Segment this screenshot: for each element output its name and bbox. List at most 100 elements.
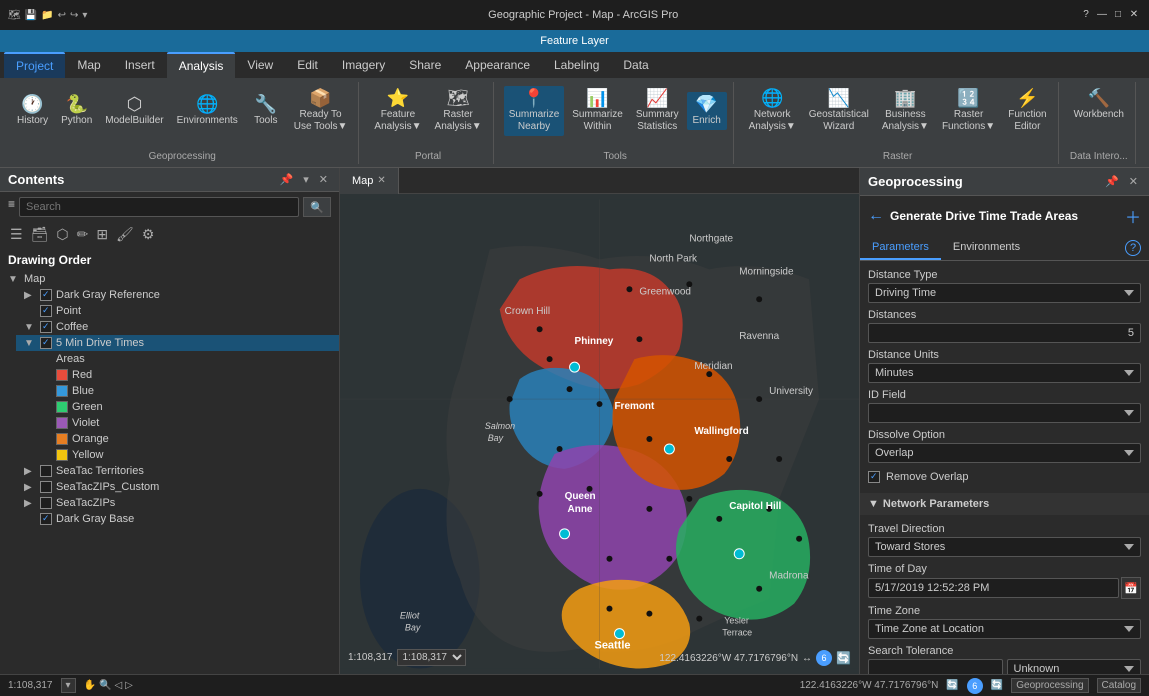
layer-blue[interactable]: Blue <box>48 383 339 399</box>
summarize-within-btn[interactable]: 📊 SummarizeWithin <box>567 86 628 136</box>
time-zone-select[interactable]: Time Zone at Location UTC <box>868 619 1141 639</box>
contents-search-btn[interactable]: 🔍 <box>303 197 331 217</box>
id-field-select[interactable] <box>868 403 1141 423</box>
layer-map[interactable]: ▼ Map <box>0 271 339 287</box>
scale-select[interactable]: 1:108,317 <box>397 649 466 666</box>
search-tolerance-units-select[interactable]: Unknown Meters Feet <box>1007 659 1142 674</box>
layer-darkgray-ref[interactable]: ▶ Dark Gray Reference <box>16 287 339 303</box>
tab-project[interactable]: Project <box>4 52 65 78</box>
tab-share[interactable]: Share <box>397 52 453 78</box>
enrich-btn[interactable]: 💎 Enrich <box>687 92 727 130</box>
sync-status-icon[interactable]: 🔄 <box>991 680 1003 691</box>
layer-green[interactable]: Green <box>48 399 339 415</box>
geo-back-btn[interactable]: ← <box>868 207 884 225</box>
check-darkgray-ref[interactable] <box>40 289 52 301</box>
redo-icon[interactable]: ↪ <box>70 10 78 21</box>
environments-btn[interactable]: 🌐 Environments <box>172 92 243 130</box>
tab-appearance[interactable]: Appearance <box>453 52 542 78</box>
tab-insert[interactable]: Insert <box>113 52 167 78</box>
layer-seatac-zips[interactable]: ▶ SeaTacZIPs <box>16 495 339 511</box>
check-coffee[interactable] <box>40 321 52 333</box>
check-seatac-custom[interactable] <box>40 481 52 493</box>
contents-close-btn[interactable]: ✕ <box>316 172 331 187</box>
tab-edit[interactable]: Edit <box>285 52 330 78</box>
travel-direction-select[interactable]: Toward Stores Away from Stores <box>868 537 1141 557</box>
geo-add-btn[interactable]: ＋ <box>1125 204 1141 228</box>
map-tab-close[interactable]: ✕ <box>377 175 385 186</box>
check-dgbase[interactable] <box>40 513 52 525</box>
contents-pin-btn[interactable]: 📌 <box>277 172 297 187</box>
layer-coffee[interactable]: ▼ Coffee <box>16 319 339 335</box>
function-editor-btn[interactable]: ⚡ FunctionEditor <box>1003 86 1051 136</box>
tab-map[interactable]: Map <box>65 52 112 78</box>
layer-5min-drive[interactable]: ▼ 5 Min Drive Times <box>16 335 339 351</box>
layer-yellow[interactable]: Yellow <box>48 447 339 463</box>
tab-data[interactable]: Data <box>611 52 660 78</box>
geo-tab-parameters[interactable]: Parameters <box>860 236 941 260</box>
business-analysis-btn[interactable]: 🏢 BusinessAnalysis▼ <box>877 86 934 136</box>
expand-map[interactable]: ▼ <box>8 274 20 285</box>
network-params-section[interactable]: ▼ Network Parameters <box>860 493 1149 515</box>
search-tolerance-value-input[interactable] <box>868 659 1003 674</box>
layer-icon-list[interactable]: ☰ <box>8 224 25 245</box>
history-btn[interactable]: 🕐 History <box>12 92 53 130</box>
geoprocessing-status-tab[interactable]: Geoprocessing <box>1011 678 1088 693</box>
geo-panel-pin-btn[interactable]: 📌 <box>1102 174 1122 189</box>
dissolve-option-select[interactable]: Overlap Dissolve <box>868 443 1141 463</box>
expand-5min[interactable]: ▼ <box>24 338 36 349</box>
layer-icon-db[interactable]: 🗃 <box>29 224 51 245</box>
python-btn[interactable]: 🐍 Python <box>56 92 97 130</box>
next-extent-icon[interactable]: ▷ <box>125 680 133 691</box>
layer-orange[interactable]: Orange <box>48 431 339 447</box>
layer-red[interactable]: Red <box>48 367 339 383</box>
network-analysis-btn[interactable]: 🌐 NetworkAnalysis▼ <box>744 86 801 136</box>
remove-overlap-check[interactable] <box>868 471 880 483</box>
map-rotate-icon[interactable]: ↔ <box>802 653 812 664</box>
sync-icon[interactable]: 🔄 <box>836 651 851 665</box>
check-point[interactable] <box>40 305 52 317</box>
time-calendar-btn[interactable]: 📅 <box>1121 577 1141 599</box>
layer-violet[interactable]: Violet <box>48 415 339 431</box>
check-5min[interactable] <box>40 337 52 349</box>
time-of-day-input[interactable] <box>868 578 1119 598</box>
maximize-btn[interactable]: □ <box>1111 8 1125 22</box>
rotation-icon[interactable]: 🔄 <box>946 680 958 691</box>
summary-stats-btn[interactable]: 📈 SummaryStatistics <box>631 86 684 136</box>
pan-icon[interactable]: ✋ <box>84 680 96 691</box>
tab-analysis[interactable]: Analysis <box>167 52 236 78</box>
layer-seatac-terr[interactable]: ▶ SeaTac Territories <box>16 463 339 479</box>
contents-search-input[interactable] <box>19 197 299 217</box>
layer-icon-poly[interactable]: ⬡ <box>54 224 70 245</box>
tab-imagery[interactable]: Imagery <box>330 52 397 78</box>
feature-analysis-btn[interactable]: ⭐ FeatureAnalysis▼ <box>369 86 426 136</box>
close-btn[interactable]: ✕ <box>1127 8 1141 22</box>
zoom-in-icon[interactable]: 🔍 <box>99 680 111 691</box>
tools-btn[interactable]: 🔧 Tools <box>246 92 286 130</box>
scale-dropdown-btn[interactable]: ▾ <box>61 678 76 693</box>
tab-view[interactable]: View <box>235 52 285 78</box>
layer-icon-pencil[interactable]: ✏ <box>75 224 91 245</box>
save-icon[interactable]: 💾 <box>25 10 37 21</box>
map-tab[interactable]: Map ✕ <box>340 168 399 194</box>
contents-menu-btn[interactable]: ▾ <box>300 172 312 187</box>
geo-panel-close-btn[interactable]: ✕ <box>1126 174 1141 189</box>
distance-type-select[interactable]: Driving Time Driving Distance Walking Ti… <box>868 283 1141 303</box>
layer-dark-gray-base[interactable]: Dark Gray Base <box>16 511 339 527</box>
open-icon[interactable]: 📁 <box>41 10 53 21</box>
distance-units-select[interactable]: Minutes Hours Miles Kilometers <box>868 363 1141 383</box>
tab-labeling[interactable]: Labeling <box>542 52 611 78</box>
distances-input[interactable] <box>868 323 1141 343</box>
summarize-nearby-btn[interactable]: 📍 SummarizeNearby <box>504 86 565 136</box>
geo-help-btn[interactable]: ? <box>1125 240 1141 256</box>
layer-icon-fill[interactable]: 🖌 <box>114 224 136 245</box>
expand-coffee[interactable]: ▼ <box>24 322 36 333</box>
ready-to-use-btn[interactable]: 📦 Ready ToUse Tools▼ <box>289 86 353 136</box>
expand-seatac-custom[interactable]: ▶ <box>24 482 36 493</box>
minimize-btn[interactable]: — <box>1095 8 1109 22</box>
check-seatac-zips[interactable] <box>40 497 52 509</box>
layer-seatac-zips-custom[interactable]: ▶ SeaTacZIPs_Custom <box>16 479 339 495</box>
geo-tab-environments[interactable]: Environments <box>941 236 1032 260</box>
modelbuilder-btn[interactable]: ⬡ ModelBuilder <box>100 92 168 130</box>
expand-dgr[interactable]: ▶ <box>24 290 36 301</box>
raster-functions-btn[interactable]: 🔢 RasterFunctions▼ <box>937 86 1000 136</box>
